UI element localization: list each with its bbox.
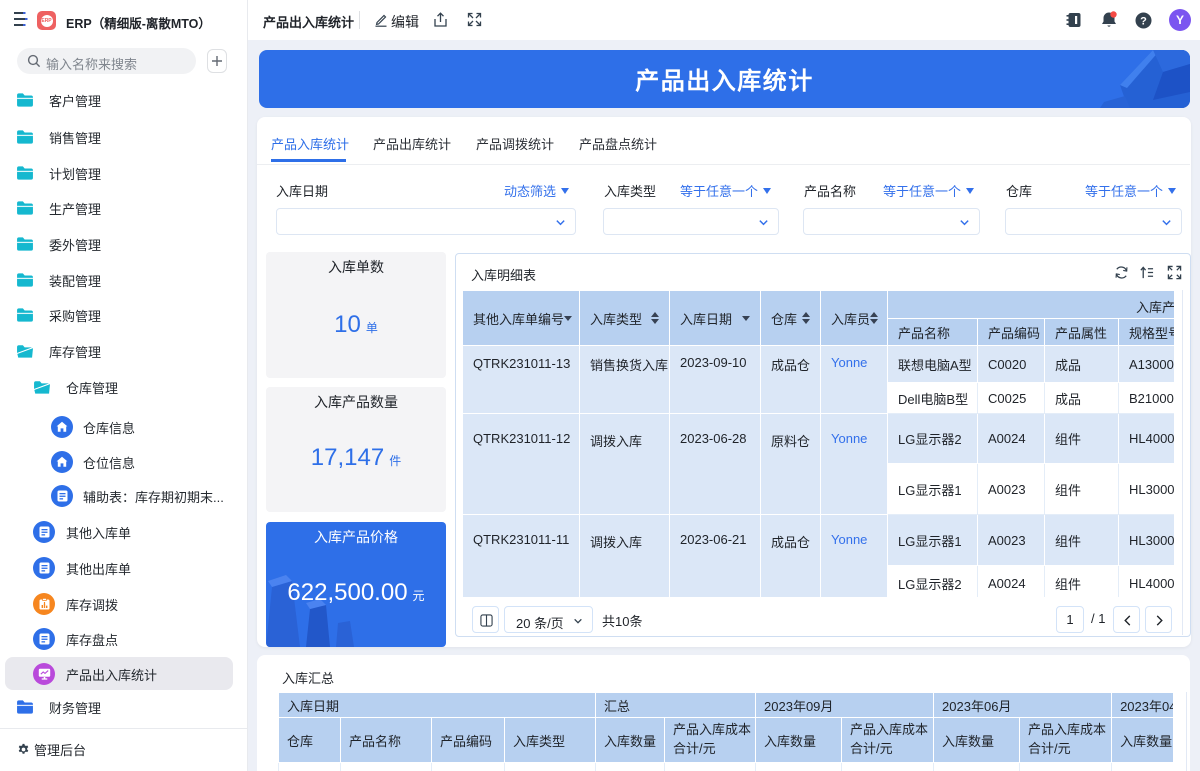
svg-text:?: ?: [1140, 16, 1147, 28]
